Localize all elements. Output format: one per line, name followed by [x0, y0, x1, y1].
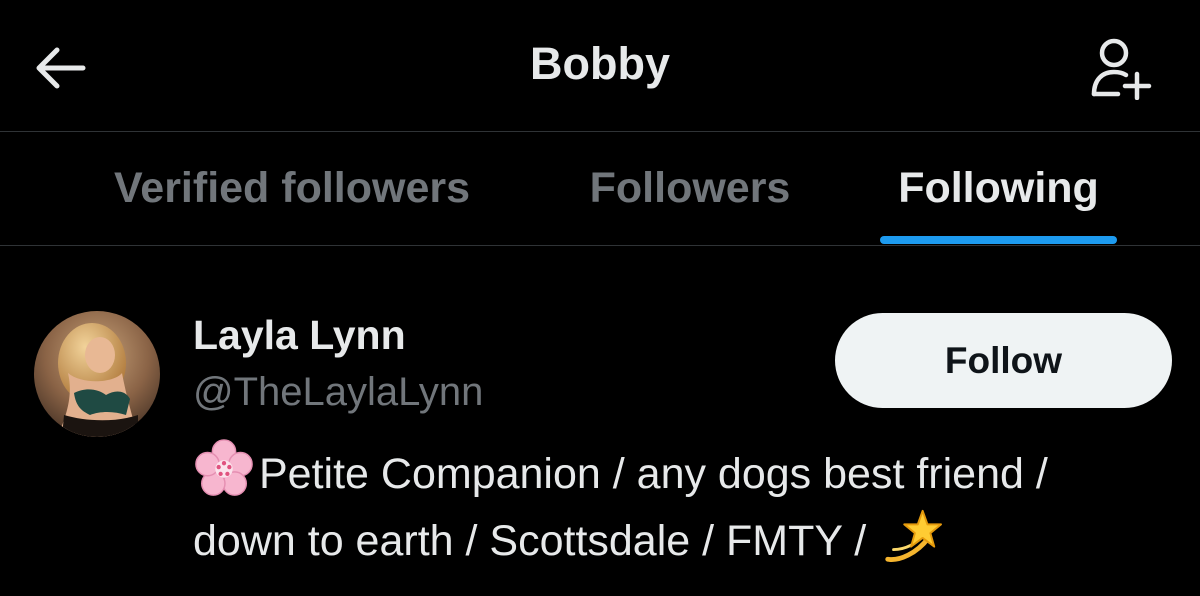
- tab-followers[interactable]: Followers: [560, 132, 820, 245]
- user-list-item[interactable]: Layla Lynn @TheLaylaLynn Follow Petite C…: [0, 246, 1200, 596]
- back-button[interactable]: [28, 38, 92, 98]
- tab-following[interactable]: Following: [870, 132, 1127, 245]
- dizzy-star-icon: [885, 509, 943, 562]
- arrow-left-icon: [36, 47, 86, 89]
- avatar[interactable]: [34, 311, 160, 437]
- add-user-button[interactable]: [1082, 32, 1158, 104]
- bio-line-1-text: Petite Companion / any dogs best friend …: [259, 450, 1048, 498]
- user-display-name[interactable]: Layla Lynn: [193, 312, 406, 359]
- user-bio: Petite Companion / any dogs best friend …: [193, 438, 1183, 572]
- follow-button[interactable]: Follow: [835, 313, 1172, 408]
- avatar-image: [34, 311, 160, 437]
- bio-line: down to earth / Scottsdale / FMTY /: [193, 505, 1183, 572]
- person-plus-icon: [1091, 38, 1152, 100]
- page-title: Bobby: [530, 38, 670, 89]
- top-bar: Bobby: [0, 0, 1200, 132]
- active-tab-indicator: [880, 236, 1117, 244]
- tab-verified-followers[interactable]: Verified followers: [72, 132, 512, 245]
- bio-line-2-text: down to earth / Scottsdale / FMTY /: [193, 517, 867, 565]
- cherry-blossom-icon: [195, 439, 253, 496]
- bio-line: Petite Companion / any dogs best friend …: [193, 438, 1183, 505]
- tab-bar: Verified followers Followers Following: [0, 132, 1200, 246]
- user-handle: @TheLaylaLynn: [193, 370, 484, 414]
